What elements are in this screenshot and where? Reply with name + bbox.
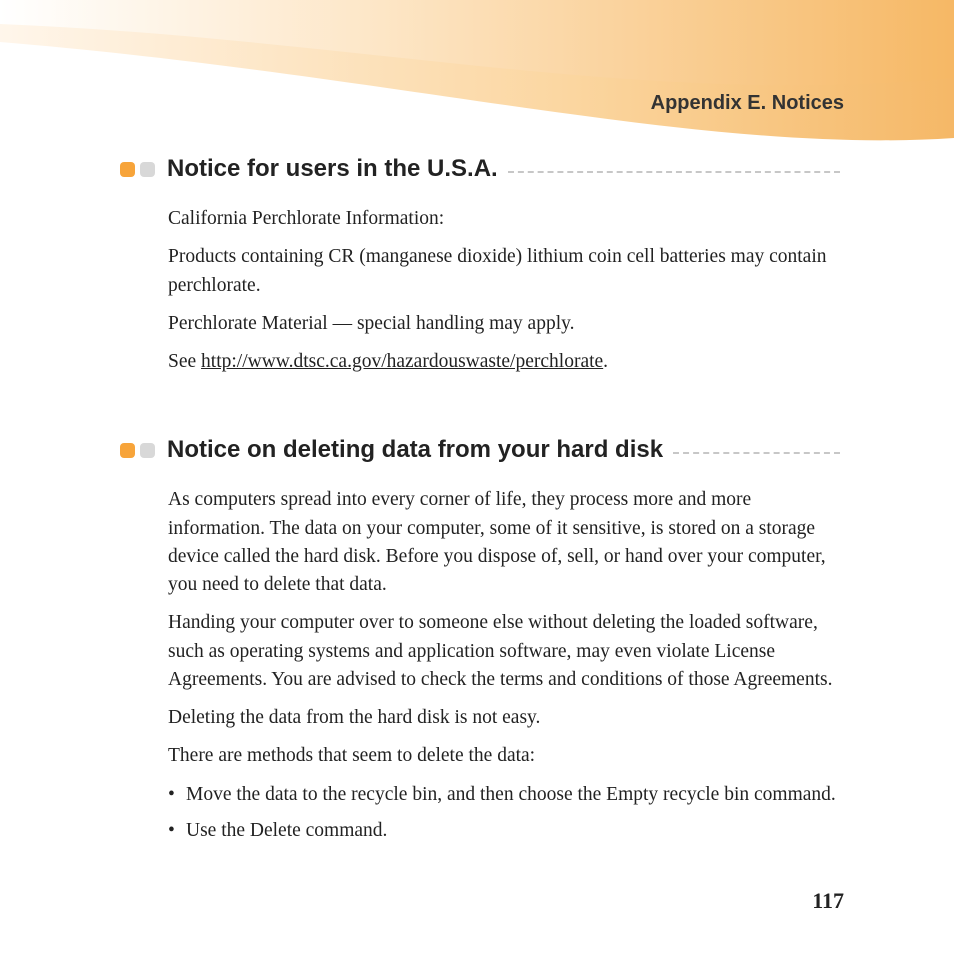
body-paragraph: Products containing CR (manganese dioxid…: [168, 243, 840, 300]
body-paragraph-link: See http://www.dtsc.ca.gov/hazardouswast…: [168, 348, 840, 376]
perchlorate-link[interactable]: http://www.dtsc.ca.gov/hazardouswaste/pe…: [201, 351, 603, 372]
see-prefix: See: [168, 351, 201, 372]
body-paragraph: There are methods that seem to delete th…: [168, 742, 840, 770]
page-content: Notice for users in the U.S.A. Californi…: [120, 155, 840, 853]
heading-text-usa: Notice for users in the U.S.A.: [167, 155, 498, 183]
bullet-dot-icon: •: [168, 817, 186, 845]
page-number: 117: [812, 888, 844, 914]
heading-text-harddisk: Notice on deleting data from your hard d…: [167, 436, 663, 464]
bullet-list: • Move the data to the recycle bin, and …: [168, 781, 840, 846]
list-item: • Use the Delete command.: [168, 817, 840, 845]
body-paragraph: California Perchlorate Information:: [168, 205, 840, 233]
body-paragraph: As computers spread into every corner of…: [168, 486, 840, 599]
section-heading-usa: Notice for users in the U.S.A.: [120, 155, 840, 183]
appendix-title: Appendix E. Notices: [651, 92, 844, 115]
bullet-text: Use the Delete command.: [186, 817, 387, 845]
header-swoosh-graphic: [0, 0, 954, 160]
section-heading-harddisk: Notice on deleting data from your hard d…: [120, 436, 840, 464]
body-paragraph: Deleting the data from the hard disk is …: [168, 704, 840, 732]
see-suffix: .: [603, 351, 608, 372]
list-item: • Move the data to the recycle bin, and …: [168, 781, 840, 809]
bullet-dot-icon: •: [168, 781, 186, 809]
bullet-text: Move the data to the recycle bin, and th…: [186, 781, 836, 809]
body-paragraph: Handing your computer over to someone el…: [168, 609, 840, 694]
body-paragraph: Perchlorate Material — special handling …: [168, 310, 840, 338]
heading-dashed-line: [508, 171, 840, 173]
heading-bullets-icon: [120, 443, 155, 458]
heading-bullets-icon: [120, 162, 155, 177]
heading-dashed-line: [673, 452, 840, 454]
